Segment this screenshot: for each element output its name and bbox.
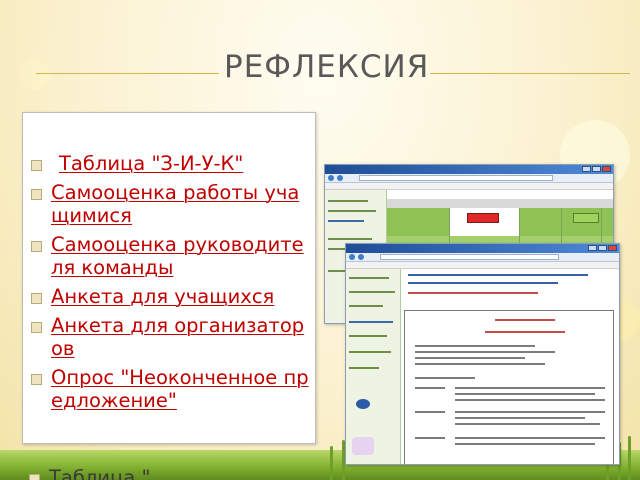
forward-icon	[358, 254, 364, 260]
link-table-zuk[interactable]: Таблица "З-И-У-К"	[30, 152, 312, 175]
menu-bar	[346, 262, 619, 269]
site-logo-icon	[352, 437, 374, 455]
minimize-icon	[582, 166, 591, 172]
link-student-questionnaire[interactable]: Анкета для учащихся	[30, 285, 312, 308]
bokeh-light	[20, 60, 50, 90]
sheet-header	[387, 199, 613, 208]
back-icon	[328, 175, 334, 181]
link-unfinished-sentence-survey[interactable]: Опрос "Неоконченное предложение"	[30, 366, 312, 412]
maximize-icon	[592, 166, 601, 172]
title-divider-right	[430, 73, 630, 74]
url-field	[359, 175, 553, 181]
red-marker	[467, 213, 499, 223]
title-divider-left	[36, 73, 219, 74]
back-icon	[349, 254, 355, 260]
window-titlebar	[325, 165, 613, 174]
link-list: Таблица "З-И-У-К" Самооценка работы учащ…	[30, 152, 312, 418]
forward-icon	[337, 175, 343, 181]
green-marker	[573, 213, 599, 223]
slide-title: РЕФЛЕКСИЯ	[224, 49, 430, 85]
link-student-self-assessment[interactable]: Самооценка работы учащимися	[30, 181, 312, 227]
minimize-icon	[588, 245, 597, 251]
site-sidebar	[346, 269, 401, 464]
screenshot-questionnaire	[345, 243, 620, 465]
questionnaire-document	[404, 310, 614, 464]
address-bar	[346, 253, 619, 262]
close-icon	[602, 166, 611, 172]
url-field	[380, 254, 559, 260]
link-organizer-questionnaire[interactable]: Анкета для организаторов	[30, 314, 312, 360]
maximize-icon	[598, 245, 607, 251]
close-icon	[608, 245, 617, 251]
overflow-list-item: Таблица "	[28, 466, 150, 480]
intel-logo-icon	[356, 399, 370, 409]
window-titlebar	[346, 244, 619, 253]
menu-bar	[325, 183, 613, 190]
address-bar	[325, 174, 613, 183]
link-leader-self-assessment[interactable]: Самооценка руководителя команды	[30, 233, 312, 279]
